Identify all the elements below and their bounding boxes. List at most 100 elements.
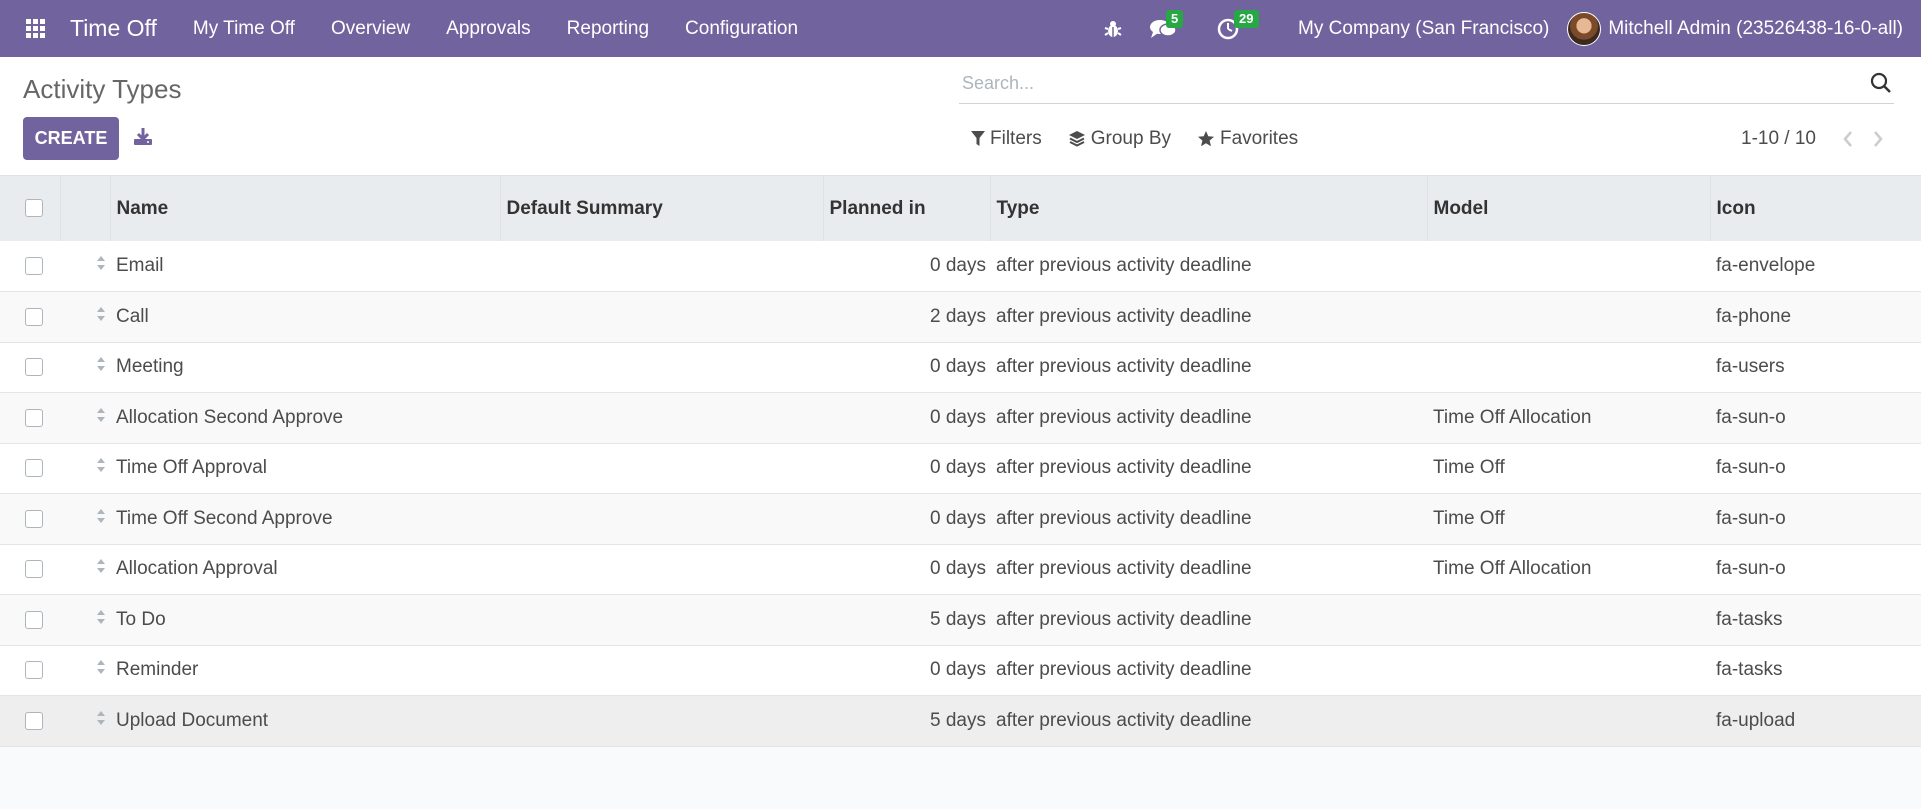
user-menu[interactable]: Mitchell Admin (23526438-16-0-all)	[1567, 11, 1921, 46]
cell-default-summary[interactable]	[500, 241, 823, 292]
cell-model[interactable]	[1427, 342, 1710, 393]
download-icon[interactable]	[130, 121, 156, 151]
chevron-right-icon[interactable]	[1866, 127, 1890, 151]
cell-icon[interactable]: fa-envelope	[1710, 241, 1921, 292]
cell-default-summary[interactable]	[500, 292, 823, 343]
table-row[interactable]: Time Off Approval 0 days after previous ac…	[0, 443, 1921, 494]
column-header-model[interactable]: Model	[1427, 176, 1711, 241]
cell-default-summary[interactable]	[500, 494, 823, 545]
cell-name[interactable]: Time Off Approval	[110, 443, 500, 494]
create-button[interactable]: CREATE	[23, 117, 119, 160]
table-row[interactable]: Allocation Approval 0 days after previous …	[0, 544, 1921, 595]
cell-icon[interactable]: fa-sun-o	[1710, 393, 1921, 444]
pager-value[interactable]: 1-10 / 10	[1741, 128, 1816, 150]
cell-name[interactable]: Call	[110, 292, 500, 343]
column-header-icon[interactable]: Icon	[1710, 176, 1921, 241]
drag-handle-icon[interactable]	[96, 255, 106, 277]
table-row[interactable]: Meeting 0 days after previous activity dea…	[0, 342, 1921, 393]
cell-planned-in[interactable]: 0 days	[823, 393, 990, 444]
table-row[interactable]: Email 0 days after previous activity deadl…	[0, 241, 1921, 292]
cell-planned-in[interactable]: 0 days	[823, 645, 990, 696]
apps-menu-icon[interactable]	[0, 0, 70, 57]
column-header-planned-in[interactable]: Planned in	[823, 176, 991, 241]
cell-name[interactable]: Allocation Approval	[110, 544, 500, 595]
cell-type[interactable]: after previous activity deadline	[990, 645, 1427, 696]
table-row[interactable]: Upload Document 5 days after previous acti…	[0, 695, 1921, 747]
column-header-type[interactable]: Type	[990, 176, 1428, 241]
cell-model[interactable]	[1427, 696, 1710, 747]
cell-planned-in[interactable]: 0 days	[823, 544, 990, 595]
app-title[interactable]: Time Off	[70, 15, 157, 42]
menu-approvals[interactable]: Approvals	[428, 0, 549, 57]
table-row[interactable]: Reminder 0 days after previous activity de…	[0, 645, 1921, 696]
drag-handle-icon[interactable]	[96, 457, 106, 479]
column-header-name[interactable]: Name	[110, 176, 501, 241]
cell-type[interactable]: after previous activity deadline	[990, 443, 1427, 494]
cell-planned-in[interactable]: 5 days	[823, 595, 990, 646]
cell-type[interactable]: after previous activity deadline	[990, 696, 1427, 747]
search-input[interactable]	[959, 64, 1839, 102]
cell-planned-in[interactable]: 5 days	[823, 696, 990, 747]
row-checkbox[interactable]	[25, 610, 43, 629]
cell-name[interactable]: Time Off Second Approve	[110, 494, 500, 545]
row-checkbox[interactable]	[25, 408, 43, 427]
drag-handle-icon[interactable]	[96, 710, 106, 732]
table-row[interactable]: Call 2 days after previous activity deadli…	[0, 291, 1921, 343]
cell-planned-in[interactable]: 0 days	[823, 443, 990, 494]
cell-model[interactable]	[1427, 645, 1710, 696]
drag-handle-icon[interactable]	[96, 508, 106, 530]
menu-overview[interactable]: Overview	[313, 0, 428, 57]
menu-reporting[interactable]: Reporting	[549, 0, 667, 57]
cell-type[interactable]: after previous activity deadline	[990, 241, 1427, 292]
cell-icon[interactable]: fa-users	[1710, 342, 1921, 393]
cell-model[interactable]	[1427, 595, 1710, 646]
cell-name[interactable]: To Do	[110, 595, 500, 646]
cell-model[interactable]: Time Off	[1427, 443, 1710, 494]
cell-name[interactable]: Reminder	[110, 645, 500, 696]
cell-type[interactable]: after previous activity deadline	[990, 393, 1427, 444]
cell-default-summary[interactable]	[500, 645, 823, 696]
column-header-default-summary[interactable]: Default Summary	[500, 176, 824, 241]
cell-name[interactable]: Meeting	[110, 342, 500, 393]
cell-icon[interactable]: fa-sun-o	[1710, 494, 1921, 545]
cell-name[interactable]: Allocation Second Approve	[110, 393, 500, 444]
cell-icon[interactable]: fa-upload	[1710, 696, 1921, 747]
cell-default-summary[interactable]	[500, 342, 823, 393]
favorites-button[interactable]: Favorites	[1197, 128, 1298, 150]
cell-default-summary[interactable]	[500, 696, 823, 747]
row-checkbox[interactable]	[25, 459, 43, 478]
group-by-button[interactable]: Group By	[1068, 128, 1171, 150]
row-checkbox[interactable]	[25, 358, 43, 377]
search-icon[interactable]	[1870, 72, 1894, 96]
cell-planned-in[interactable]: 0 days	[823, 241, 990, 292]
cell-type[interactable]: after previous activity deadline	[990, 494, 1427, 545]
company-switcher[interactable]: My Company (San Francisco)	[1276, 18, 1567, 40]
drag-handle-icon[interactable]	[96, 356, 106, 378]
cell-planned-in[interactable]: 0 days	[823, 342, 990, 393]
chevron-left-icon[interactable]	[1836, 127, 1860, 151]
table-row[interactable]: Allocation Second Approve 0 days after pre…	[0, 392, 1921, 444]
cell-model[interactable]: Time Off	[1427, 494, 1710, 545]
cell-model[interactable]	[1427, 292, 1710, 343]
drag-handle-icon[interactable]	[96, 306, 106, 328]
select-all-checkbox[interactable]	[25, 199, 43, 218]
row-checkbox[interactable]	[25, 661, 43, 680]
cell-type[interactable]: after previous activity deadline	[990, 342, 1427, 393]
table-row[interactable]: Time Off Second Approve 0 days after previ…	[0, 493, 1921, 545]
drag-handle-icon[interactable]	[96, 609, 106, 631]
cell-planned-in[interactable]: 2 days	[823, 292, 990, 343]
activity-clock-icon[interactable]: 29	[1204, 0, 1259, 57]
cell-icon[interactable]: fa-sun-o	[1710, 443, 1921, 494]
cell-default-summary[interactable]	[500, 544, 823, 595]
cell-default-summary[interactable]	[500, 595, 823, 646]
cell-name[interactable]: Upload Document	[110, 696, 500, 747]
cell-planned-in[interactable]: 0 days	[823, 494, 990, 545]
drag-handle-icon[interactable]	[96, 659, 106, 681]
filters-button[interactable]: Filters	[971, 128, 1042, 150]
row-checkbox[interactable]	[25, 509, 43, 528]
cell-name[interactable]: Email	[110, 241, 500, 292]
cell-model[interactable]	[1427, 241, 1710, 292]
drag-handle-icon[interactable]	[96, 558, 106, 580]
menu-my-time-off[interactable]: My Time Off	[175, 0, 313, 57]
messaging-icon[interactable]: 5	[1136, 0, 1190, 57]
